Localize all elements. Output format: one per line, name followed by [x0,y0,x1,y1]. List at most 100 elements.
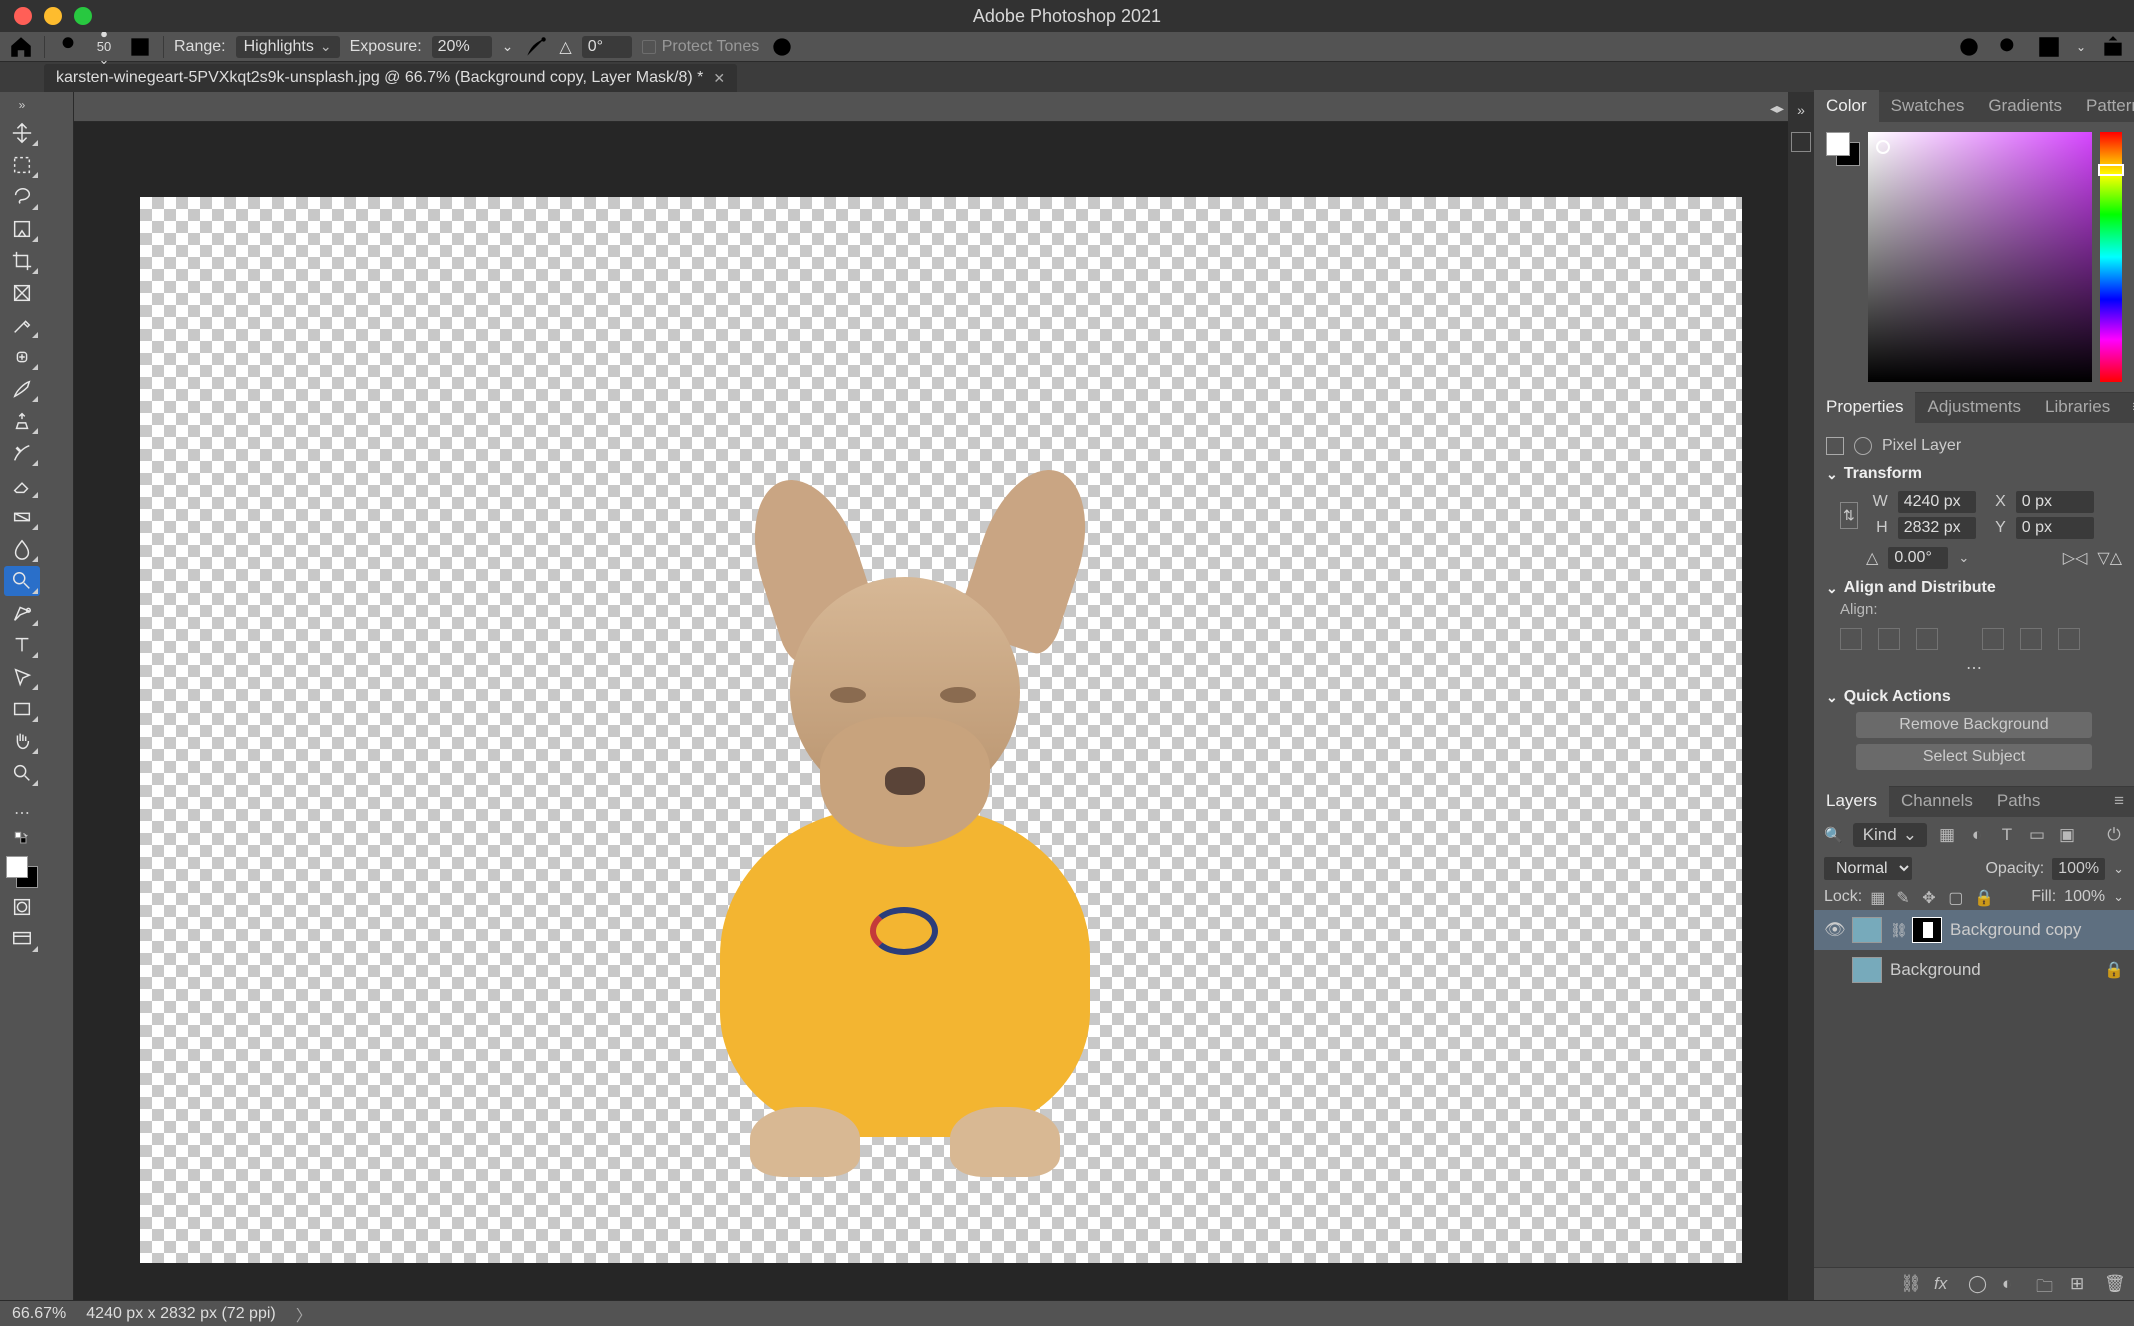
layers-panel-menu-icon[interactable]: ≡ [2104,785,2134,817]
tab-swatches[interactable]: Swatches [1879,90,1977,122]
link-layers-icon[interactable]: ⛓ [1900,1274,1920,1294]
filter-type-icon[interactable]: T [1997,825,2017,845]
align-more-icon[interactable]: ⋯ [1826,658,2122,678]
document-info[interactable]: 4240 px x 2832 px (72 ppi) [86,1305,275,1323]
history-brush-tool[interactable] [4,438,40,468]
document-tab[interactable]: karsten-winegeart-5PVXkqt2s9k-unsplash.j… [44,64,737,92]
new-layer-icon[interactable]: ⊞ [2070,1274,2090,1294]
lock-transparency-icon[interactable]: ▦ [1870,888,1888,906]
healing-tool[interactable] [4,342,40,372]
delete-layer-icon[interactable]: 🗑 [2104,1274,2124,1294]
filter-adjustment-icon[interactable]: ◐ [1967,825,1987,845]
group-icon[interactable]: 🗀 [2036,1274,2056,1294]
align-center-v-icon[interactable] [2020,628,2042,650]
quick-actions-header[interactable]: Quick Actions [1826,688,2122,706]
select-subject-button[interactable]: Select Subject [1856,744,2092,770]
hand-tool[interactable] [4,726,40,756]
pressure-size-icon[interactable] [769,34,795,60]
zoom-level[interactable]: 66.67% [12,1305,66,1323]
filter-toggle-icon[interactable]: ⏻ [2104,825,2124,845]
quick-mask-icon[interactable] [4,892,40,922]
filter-shape-icon[interactable]: ▭ [2027,825,2047,845]
blend-mode-select[interactable]: Normal [1824,857,1912,880]
layer-name[interactable]: Background copy [1950,920,2081,940]
layer-visibility-icon[interactable]: 👁 [1824,920,1844,940]
path-select-tool[interactable] [4,662,40,692]
filter-kind-dropdown[interactable]: Kind⌄ [1853,823,1927,847]
exposure-chevron-icon[interactable]: ⌄ [502,38,514,55]
exposure-input[interactable] [432,36,492,58]
toolbar-chevron-icon[interactable]: » [19,98,26,112]
expand-panels-icon[interactable]: » [1797,102,1805,118]
crop-tool[interactable] [4,246,40,276]
fill-value[interactable]: 100% [2064,888,2105,906]
tab-patterns[interactable]: Patterns [2074,90,2134,122]
color-swatches[interactable] [1826,132,1860,166]
tablet-pressure-icon[interactable] [127,34,153,60]
lock-position-icon[interactable]: ✥ [1922,888,1940,906]
tab-libraries[interactable]: Libraries [2033,391,2122,423]
tab-gradients[interactable]: Gradients [1976,90,2074,122]
rotation-input[interactable] [1888,547,1948,569]
zoom-tool[interactable] [4,758,40,788]
remove-background-button[interactable]: Remove Background [1856,712,2092,738]
brush-tool[interactable] [4,374,40,404]
frame-tool[interactable] [4,278,40,308]
layer-style-icon[interactable]: fx [1934,1274,1954,1294]
layer-mask-thumbnail[interactable] [1912,917,1942,943]
search-icon[interactable] [1996,34,2022,60]
vertical-ruler[interactable] [44,92,74,1300]
protect-tones-checkbox[interactable]: Protect Tones [642,38,760,56]
align-bottom-icon[interactable] [2058,628,2080,650]
align-section-header[interactable]: Align and Distribute [1826,579,2122,597]
transform-section-header[interactable]: Transform [1826,465,2122,483]
angle-input[interactable] [582,36,632,58]
filter-smart-icon[interactable]: ▣ [2057,825,2077,845]
foreground-background-colors[interactable] [4,854,40,890]
clone-stamp-tool[interactable] [4,406,40,436]
flip-vertical-icon[interactable]: ▽△ [2097,548,2122,568]
gradient-tool[interactable] [4,502,40,532]
brush-size-icon[interactable]: ●50⌄ [91,34,117,60]
workspace-icon[interactable] [2036,34,2062,60]
rotation-chevron-icon[interactable]: ⌄ [1958,550,1969,566]
tab-channels[interactable]: Channels [1889,785,1985,817]
close-tab-icon[interactable]: ✕ [713,70,725,87]
layer-row[interactable]: Background 🔒 [1814,950,2134,990]
align-center-h-icon[interactable] [1878,628,1900,650]
filter-pixel-icon[interactable]: ▦ [1937,825,1957,845]
add-mask-icon[interactable]: ◯ [1968,1274,1988,1294]
selection-tool[interactable] [4,214,40,244]
screen-mode-icon[interactable] [4,924,40,954]
tab-paths[interactable]: Paths [1985,785,2052,817]
collapsed-panel-icon[interactable] [1791,132,1811,152]
layer-lock-icon[interactable]: 🔒 [2104,960,2124,980]
tab-properties[interactable]: Properties [1814,391,1915,423]
height-input[interactable] [1898,517,1976,539]
edit-toolbar-icon[interactable]: ⋯ [4,798,40,828]
properties-panel-menu-icon[interactable]: ≡ [2122,391,2134,423]
layer-name[interactable]: Background [1890,960,1981,980]
align-right-icon[interactable] [1916,628,1938,650]
lock-artboard-icon[interactable]: ▢ [1948,888,1966,906]
layer-mask-link-icon[interactable]: ⛓ [1890,922,1904,939]
default-colors-icon[interactable] [4,830,40,848]
workspace-chevron-icon[interactable]: ⌄ [2076,40,2086,54]
pen-tool[interactable] [4,598,40,628]
lasso-tool[interactable] [4,182,40,212]
eraser-tool[interactable] [4,470,40,500]
layer-thumbnail[interactable] [1852,957,1882,983]
status-menu-icon[interactable]: 〉 [296,1302,312,1326]
flip-horizontal-icon[interactable]: ▷◁ [2063,548,2088,568]
align-left-icon[interactable] [1840,628,1862,650]
tab-layers[interactable]: Layers [1814,785,1889,817]
lock-image-icon[interactable]: ✎ [1896,888,1914,906]
width-input[interactable] [1898,491,1976,513]
type-tool[interactable] [4,630,40,660]
home-icon[interactable] [8,34,34,60]
hue-slider[interactable] [2100,132,2122,382]
document-canvas[interactable] [140,197,1742,1263]
filter-search-icon[interactable]: 🔍 [1824,826,1843,844]
dodge-tool[interactable] [4,566,40,596]
tab-color[interactable]: Color [1814,90,1879,122]
